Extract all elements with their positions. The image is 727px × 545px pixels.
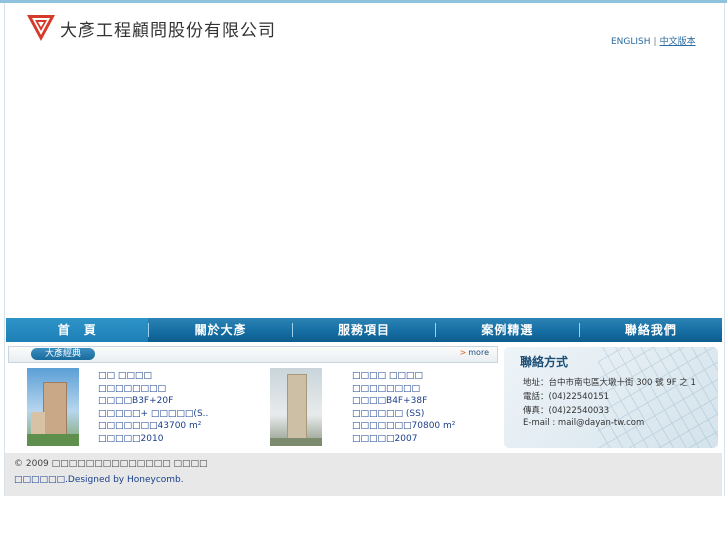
case-structure: □□□□□□ (SS) [352,408,425,419]
case-info-2: □□□□ □□□□ □□□□□□□□ □□□□B4F+38F □□□□□□ (S… [352,370,455,445]
classics-header-bar: 大彥經典 > more [8,346,498,363]
more-link[interactable]: > more [460,348,489,357]
designer-credit[interactable]: □□□□□□.Designed by Honeycomb. [14,475,184,485]
contact-title: 聯絡方式 [520,355,569,369]
case-item-1[interactable] [27,368,79,446]
structure-grid-decoration [598,347,718,448]
credit-text: Designed by Honeycomb. [67,475,184,485]
nav-item-contact[interactable]: 聯絡我們 [580,318,722,342]
language-switcher: ENGLISH | 中文版本 [611,34,696,47]
case-photo-2[interactable] [270,368,322,446]
footer: © 2009 □□□□□□□□□□□□□□ □□□□ □□□□□□.Design… [5,453,722,496]
trees-shape [27,434,79,446]
nav-item-about[interactable]: 關於大彥 [149,318,291,342]
case-type: □□□□□□□□ [98,383,167,394]
case-photo-1[interactable] [27,368,79,446]
case-year: □□□□□2010 [98,433,164,444]
case-floors: □□□□B3F+20F [98,396,174,406]
credit-prefix: □□□□□□. [14,475,68,485]
building-shape [43,382,67,442]
case-structure: □□□□□+ □□□□□(S.. [98,408,209,419]
case-name[interactable]: □□□□ □□□□ [352,370,455,383]
nav-item-cases[interactable]: 案例精選 [436,318,578,342]
case-type: □□□□□□□□ [352,383,421,394]
chinese-link[interactable]: 中文版本 [660,37,696,47]
case-item-2[interactable] [270,368,322,446]
company-logo[interactable]: 大彥工程顧問股份有限公司 [26,14,276,42]
nav-item-services[interactable]: 服務項目 [293,318,435,342]
lang-separator: | [653,37,657,47]
case-area: □□□□□□□43700 m² [98,421,202,431]
case-info-1: □□ □□□□ □□□□□□□□ □□□□B3F+20F □□□□□+ □□□□… [98,370,208,445]
copyright-text: © 2009 □□□□□□□□□□□□□□ □□□□ [14,459,208,469]
logo-mark-icon [27,15,55,41]
contact-panel: 聯絡方式 地址：台中市南屯區大墩十街 300 號 9F 之 1 電話：(04)2… [504,347,718,448]
case-year: □□□□□2007 [352,433,418,444]
more-arrow-icon: > [459,348,467,357]
contact-email[interactable]: E-mail : mail@dayan-tw.com [523,418,644,428]
tower-shape [287,374,307,442]
case-name[interactable]: □□ □□□□ [98,370,208,383]
case-floors: □□□□B4F+38F [352,396,428,406]
company-name: 大彥工程顧問股份有限公司 [60,20,276,41]
contact-address: 地址：台中市南屯區大墩十街 300 號 9F 之 1 [523,378,696,388]
classics-tab: 大彥經典 [31,348,95,360]
case-area: □□□□□□□70800 m² [352,421,456,431]
contact-phone: 電話：(04)22540151 [523,392,610,402]
english-link[interactable]: ENGLISH [611,37,651,47]
nav-item-home[interactable]: 首 頁 [6,318,149,342]
contact-fax: 傳真：(04)22540033 [523,406,610,416]
ground-shape [270,438,322,446]
main-nav: 首 頁 關於大彥 服務項目 案例精選 聯絡我們 [6,318,722,342]
more-label: more [468,348,489,357]
